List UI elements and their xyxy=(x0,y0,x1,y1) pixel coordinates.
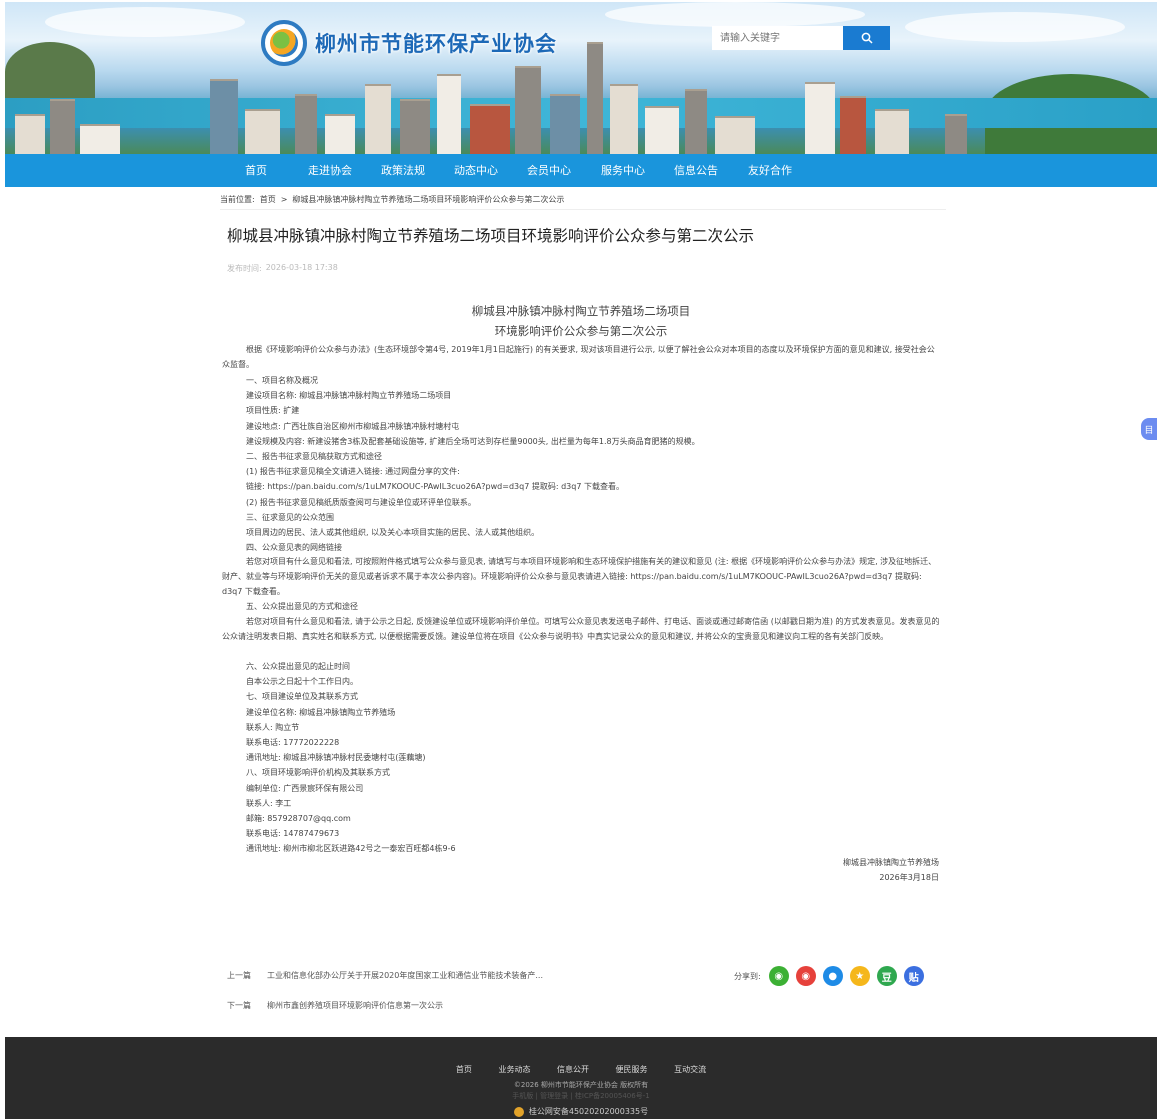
next-label: 下一篇 xyxy=(227,1001,251,1010)
content-line: 三、征求意见的公众范围 xyxy=(246,512,334,522)
breadcrumb: 当前位置: 首页 > 柳城县冲脉镇冲脉村陶立节养殖场二场项目环境影响评价公众参与… xyxy=(220,190,946,210)
content-line: 联系电话: 17772022228 xyxy=(246,738,340,747)
nav-members[interactable]: 会员中心 xyxy=(527,154,571,187)
page-title: 柳城县冲脉镇冲脉村陶立节养殖场二场项目环境影响评价公众参与第二次公示 xyxy=(227,227,755,245)
site-name: 柳州市节能环保产业协会 xyxy=(315,32,557,56)
breadcrumb-separator: > xyxy=(280,195,288,204)
main-nav: 首页 走进协会 政策法规 动态中心 会员中心 服务中心 信息公告 友好合作 xyxy=(5,154,1157,187)
footer-link-home[interactable]: 首页 xyxy=(456,1065,472,1074)
content-line: 邮箱: 857928707@qq.com xyxy=(246,814,351,823)
content-line: 建设项目名称: 柳城县冲脉镇冲脉村陶立节养殖场二场项目 xyxy=(246,391,452,401)
footer-links: 首页 业务动态 信息公开 便民服务 互动交流 xyxy=(5,1064,1157,1075)
nav-partners[interactable]: 友好合作 xyxy=(748,154,792,187)
content-line: 联系人: 李工 xyxy=(246,798,292,808)
share-qq-icon[interactable]: ● xyxy=(822,966,843,986)
content-line: 链接: https://pan.baidu.com/s/1uLM7KOOUC-P… xyxy=(246,482,624,492)
content-line: 通讯地址: 柳城县冲脉镇冲脉村民委塘村屯(莲藕塘) xyxy=(246,753,426,763)
content-line: 建设单位名称: 柳城县冲脉镇陶立节养殖场 xyxy=(246,707,396,717)
nav-home[interactable]: 首页 xyxy=(245,154,267,187)
content-line: 联系电话: 14787479673 xyxy=(246,829,340,839)
search-button[interactable] xyxy=(843,26,890,50)
prev-label: 上一篇 xyxy=(227,971,251,980)
police-badge-icon xyxy=(513,1106,524,1117)
logo-icon xyxy=(261,20,307,66)
nav-services[interactable]: 服务中心 xyxy=(601,154,645,187)
footer-icp[interactable]: 手机版 | 管理登录 | 桂ICP备20005406号-1 xyxy=(5,1091,1157,1101)
nav-policy[interactable]: 政策法规 xyxy=(381,154,425,187)
section-5-heading: 五、公众提出意见的方式和途径 xyxy=(246,602,358,611)
content-line: 编制单位: 广西景宸环保有限公司 xyxy=(246,783,364,793)
signature-date: 2026年3月18日 xyxy=(879,873,939,882)
footer-police-record[interactable]: 桂公网安备45020202000335号 xyxy=(5,1106,1157,1117)
share-douban-icon[interactable]: 豆 xyxy=(876,966,897,986)
content-line: 二、报告书征求意见稿获取方式和途径 xyxy=(246,452,382,461)
breadcrumb-home[interactable]: 首页 xyxy=(260,190,276,209)
footer-link-interaction[interactable]: 互动交流 xyxy=(674,1065,706,1074)
footer: 首页 业务动态 信息公开 便民服务 互动交流 ©2026 柳州市节能环保产业协会… xyxy=(5,1037,1157,1119)
share-qzone-icon[interactable]: ★ xyxy=(849,966,870,986)
content-line: (2) 报告书征求意见稿纸质版查阅可与建设单位或环评单位联系。 xyxy=(246,497,476,507)
search-icon xyxy=(861,32,873,44)
publish-time: 发布时间: 2026-03-18 17:38 xyxy=(227,263,338,273)
content-line: 一、项目名称及概况 xyxy=(246,376,318,385)
doc-title-line-2: 环境影响评价公众参与第二次公示 xyxy=(494,324,668,338)
site-logo[interactable]: 柳州市节能环保产业协会 xyxy=(261,20,557,66)
search-input[interactable] xyxy=(712,26,843,50)
footer-copyright: ©2026 柳州市节能环保产业协会 版权所有 xyxy=(513,1081,649,1089)
next-article: 下一篇 柳州市鑫创养殖项目环境影响评价信息第一次公示 xyxy=(227,1000,443,1011)
signature-org: 柳城县冲脉镇陶立节养殖场 xyxy=(843,858,939,867)
nav-news[interactable]: 动态中心 xyxy=(454,154,498,187)
content-line: 自本公示之日起十个工作日内。 xyxy=(246,677,358,687)
share-wechat-icon[interactable]: ◉ xyxy=(768,966,789,986)
paragraph-5: 若您对项目有什么意见和看法, 请于公示之日起, 反馈建设单位或环境影响评价单位。… xyxy=(222,617,940,641)
footer-link-disclosure[interactable]: 信息公开 xyxy=(557,1065,589,1074)
content-line: (1) 报告书征求意见稿全文请进入链接: 通过网盘分享的文件: xyxy=(246,467,460,477)
footer-link-business[interactable]: 业务动态 xyxy=(498,1065,530,1074)
paragraph-4: 若您对项目有什么意见和看法, 可按照附件格式填写公众参与意见表, 请填写与本项目… xyxy=(222,557,937,596)
search-bar xyxy=(712,26,890,50)
content-line: 建设规模及内容: 新建设猪舍3栋及配套基础设施等, 扩建后全场可达到存栏量900… xyxy=(246,436,700,446)
nav-notices[interactable]: 信息公告 xyxy=(674,154,718,187)
share-tieba-icon[interactable]: 贴 xyxy=(903,966,924,986)
content-line: 六、公众提出意见的起止时间 xyxy=(246,662,350,671)
side-float-tab[interactable]: 目 xyxy=(1141,418,1157,440)
page: 柳州市节能环保产业协会 首页 走进协会 政策法规 动态中心 会员中心 服务中心 … xyxy=(5,2,1157,1119)
next-link[interactable]: 柳州市鑫创养殖项目环境影响评价信息第一次公示 xyxy=(267,1000,443,1011)
breadcrumb-current[interactable]: 柳城县冲脉镇冲脉村陶立节养殖场二场项目环境影响评价公众参与第二次公示 xyxy=(292,190,564,209)
prev-link[interactable]: 工业和信息化部办公厅关于开展2020年度国家工业和通信业节能技术装备产... xyxy=(267,970,543,981)
content-line: 通讯地址: 柳州市柳北区跃进路42号之一泰宏百旺都4栋9-6 xyxy=(246,844,456,854)
content-line: 项目周边的居民、法人或其他组织, 以及关心本项目实施的居民、法人或其他组织。 xyxy=(246,528,540,537)
content-line: 八、项目环境影响评价机构及其联系方式 xyxy=(246,768,390,778)
intro-paragraph: 根据《环境影响评价公众参与办法》(生态环境部令第4号, 2019年1月1日起施行… xyxy=(222,345,935,369)
prev-article: 上一篇 工业和信息化部办公厅关于开展2020年度国家工业和通信业节能技术装备产.… xyxy=(227,970,543,981)
header-banner: 柳州市节能环保产业协会 xyxy=(5,2,1157,154)
share-weibo-icon[interactable]: ◉ xyxy=(795,966,816,986)
share-bar: 分享到: ◉ ◉ ● ★ 豆贴 xyxy=(734,966,931,986)
content-line: 四、公众意见表的网络链接 xyxy=(246,543,342,553)
city-skyline xyxy=(5,34,1157,154)
content-line: 联系人: 陶立节 xyxy=(246,722,300,732)
share-label: 分享到: xyxy=(734,971,761,981)
content-line: 七、项目建设单位及其联系方式 xyxy=(246,692,358,702)
content-line: 建设地点: 广西壮族自治区柳州市柳城县冲脉镇冲脉村塘村屯 xyxy=(246,421,460,431)
doc-title-line-1: 柳城县冲脉镇冲脉村陶立节养殖场二场项目 xyxy=(471,304,691,318)
content-line: 项目性质: 扩建 xyxy=(246,406,300,416)
breadcrumb-label: 当前位置: xyxy=(220,195,255,204)
nav-about[interactable]: 走进协会 xyxy=(308,154,352,187)
footer-link-services[interactable]: 便民服务 xyxy=(616,1065,648,1074)
